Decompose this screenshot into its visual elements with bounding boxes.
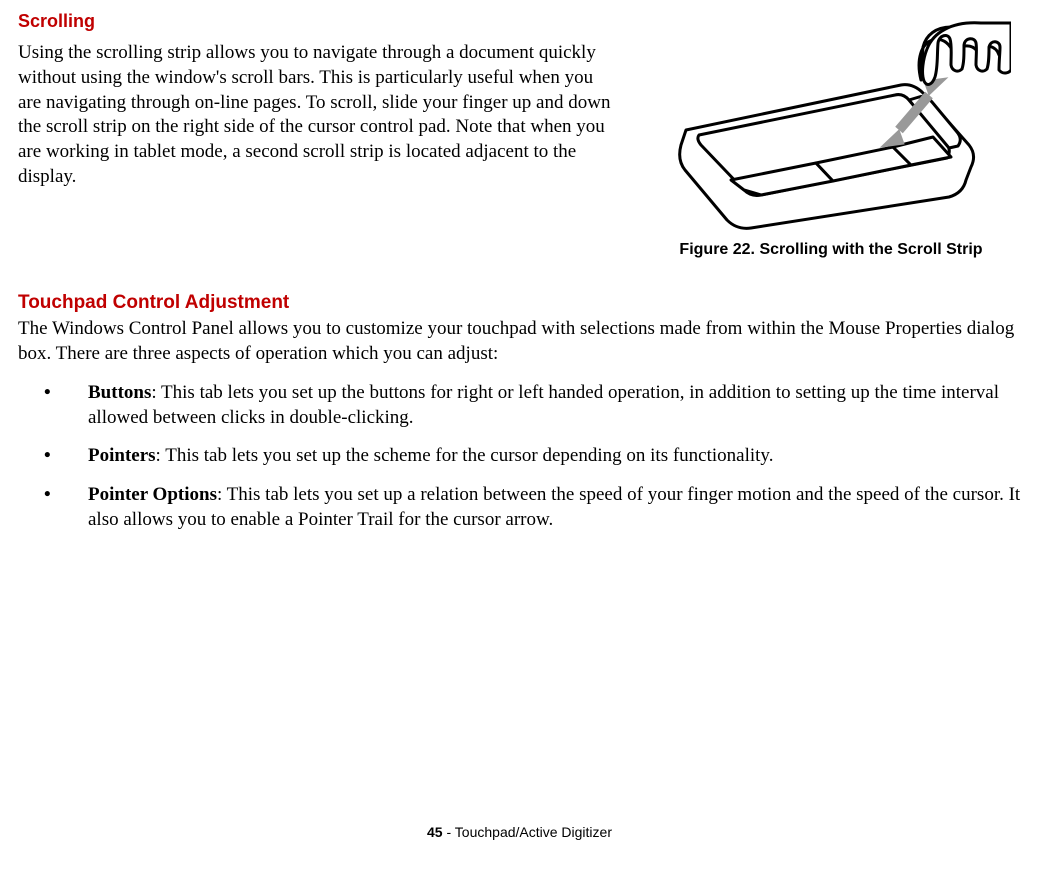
bullet-term: Pointer Options: [88, 484, 217, 505]
footer-title: Touchpad/Active Digitizer: [455, 824, 612, 840]
touchpad-illustration: [651, 15, 1011, 230]
heading-scrolling: Scrolling: [18, 10, 616, 33]
list-item: Buttons: This tab lets you set up the bu…: [66, 381, 1021, 430]
figure-caption: Figure 22. Scrolling with the Scroll Str…: [641, 240, 1021, 261]
list-item: Pointers: This tab lets you set up the s…: [66, 444, 1021, 469]
bullet-list: Buttons: This tab lets you set up the bu…: [18, 381, 1021, 532]
paragraph-tca-intro: The Windows Control Panel allows you to …: [18, 317, 1021, 366]
paragraph-scrolling: Using the scrolling strip allows you to …: [18, 41, 616, 189]
bullet-term: Pointers: [88, 445, 156, 466]
page-footer: 45 - Touchpad/Active Digitizer: [0, 823, 1039, 841]
heading-touchpad-control-adjustment: Touchpad Control Adjustment: [18, 291, 1021, 316]
list-item: Pointer Options: This tab lets you set u…: [66, 483, 1021, 532]
page-number: 45: [427, 824, 443, 840]
bullet-term: Buttons: [88, 382, 151, 403]
bullet-desc: : This tab lets you set up the scheme fo…: [156, 445, 774, 466]
bullet-desc: : This tab lets you set up the buttons f…: [88, 382, 999, 428]
footer-sep: -: [443, 824, 455, 840]
bullet-desc: : This tab lets you set up a relation be…: [88, 484, 1020, 530]
